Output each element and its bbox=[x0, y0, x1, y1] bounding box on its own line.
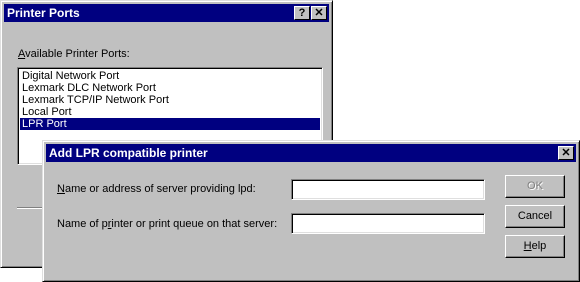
cancel-button[interactable]: Cancel bbox=[505, 205, 565, 228]
port-item-lexmark-dlc[interactable]: Lexmark DLC Network Port bbox=[20, 82, 320, 94]
ok-button[interactable]: OK bbox=[505, 175, 565, 198]
port-item-lpr[interactable]: LPR Port bbox=[20, 118, 320, 130]
help-button[interactable]: Help bbox=[505, 235, 565, 258]
separator-line bbox=[17, 207, 45, 209]
port-item-digital-network[interactable]: Digital Network Port bbox=[20, 70, 320, 82]
server-label: Name or address of server providing lpd: bbox=[57, 183, 256, 195]
printer-ports-title: Printer Ports bbox=[7, 6, 80, 20]
help-icon[interactable]: ? bbox=[294, 6, 310, 20]
close-icon[interactable]: ✕ bbox=[311, 6, 327, 20]
available-ports-label: Available Printer Ports: bbox=[18, 48, 130, 60]
queue-input[interactable] bbox=[291, 213, 485, 234]
printer-ports-titlebar[interactable]: Printer Ports ? ✕ bbox=[4, 4, 329, 22]
add-lpr-titlebar[interactable]: Add LPR compatible printer ✕ bbox=[46, 144, 576, 162]
close-icon[interactable]: ✕ bbox=[558, 146, 574, 160]
add-lpr-title: Add LPR compatible printer bbox=[49, 146, 208, 160]
port-item-local[interactable]: Local Port bbox=[20, 106, 320, 118]
add-lpr-dialog: Add LPR compatible printer ✕ Name or add… bbox=[42, 140, 580, 282]
server-input[interactable] bbox=[291, 179, 485, 200]
port-item-lexmark-tcpip[interactable]: Lexmark TCP/IP Network Port bbox=[20, 94, 320, 106]
queue-label: Name of printer or print queue on that s… bbox=[57, 218, 278, 230]
